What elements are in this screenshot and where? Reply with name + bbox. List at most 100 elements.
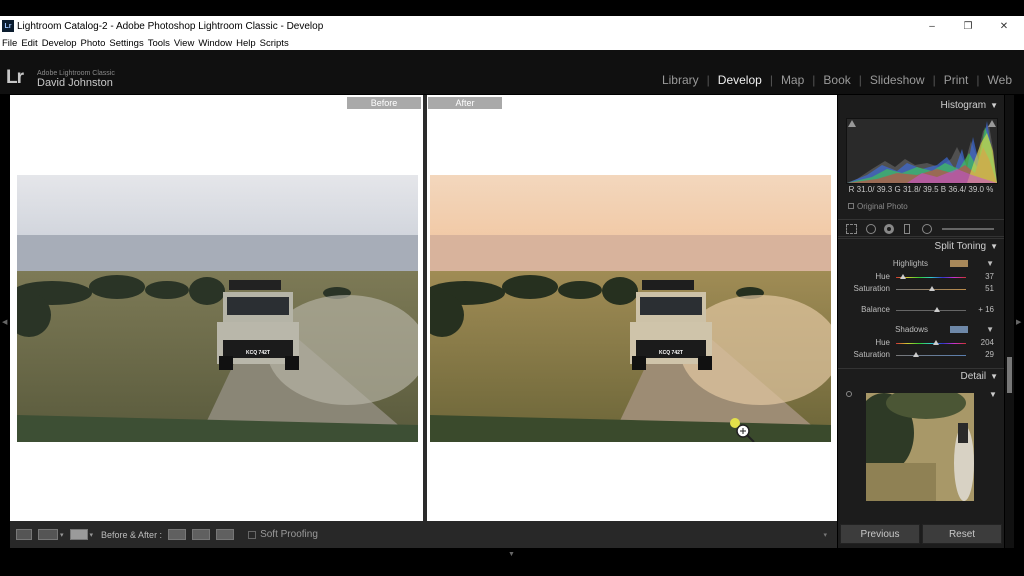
module-print[interactable]: Print — [942, 73, 971, 87]
detail-menu-icon[interactable]: ▼ — [989, 390, 997, 399]
radial-filter-icon[interactable] — [922, 224, 932, 234]
menu-photo[interactable]: Photo — [81, 38, 106, 49]
graduated-filter-icon[interactable] — [904, 224, 910, 234]
detail-header[interactable]: Detail ▼ — [838, 368, 1004, 384]
original-photo-checkbox[interactable] — [848, 203, 854, 209]
module-picker: Library | Develop | Map | Book | Slideshow | … — [660, 73, 1014, 87]
adjustment-brush-slider[interactable] — [942, 228, 994, 230]
highlight-clipping-icon[interactable] — [988, 120, 996, 127]
soft-proofing-checkbox[interactable] — [248, 530, 257, 539]
slider-knob[interactable] — [933, 307, 940, 312]
module-web[interactable]: Web — [986, 73, 1014, 87]
highlights-color-swatch[interactable] — [950, 260, 968, 267]
highlights-menu-icon[interactable]: ▼ — [986, 259, 994, 268]
right-panel-toggle-icon[interactable]: ▶ — [1016, 318, 1021, 326]
identity-user-name: David Johnston — [37, 77, 113, 89]
highlights-saturation-slider[interactable] — [896, 286, 966, 291]
shadows-hue-slider[interactable] — [896, 340, 966, 345]
module-separator: | — [858, 73, 862, 87]
shadows-menu-icon[interactable]: ▼ — [986, 325, 994, 334]
balance-slider[interactable] — [896, 307, 966, 312]
split-toning-controls: Highlights ▼ Hue 37 Saturation 51 Balanc… — [838, 259, 1004, 369]
shadows-hue-value[interactable]: 204 — [981, 338, 994, 347]
slider-knob[interactable] — [913, 352, 920, 357]
copy-after-to-before-button[interactable] — [192, 529, 211, 540]
g-value: 31.8/ 39.5 — [902, 185, 939, 194]
highlights-saturation-value[interactable]: 51 — [985, 284, 994, 293]
scrollbar-thumb[interactable] — [1007, 357, 1012, 393]
chevron-down-icon[interactable]: ▾ — [60, 531, 64, 539]
b-label: B — [940, 185, 947, 194]
menu-help[interactable]: Help — [236, 38, 256, 49]
module-develop[interactable]: Develop — [716, 73, 764, 87]
module-book[interactable]: Book — [821, 73, 852, 87]
menu-window[interactable]: Window — [198, 38, 232, 49]
reset-button[interactable]: Reset — [922, 524, 1002, 544]
module-separator: | — [706, 73, 710, 87]
left-panel-toggle-icon[interactable]: ◀ — [2, 318, 7, 326]
close-button[interactable]: ✕ — [986, 16, 1022, 36]
lightroom-app-icon: Lr — [2, 20, 14, 32]
menu-view[interactable]: View — [174, 38, 194, 49]
original-photo-row[interactable]: Original Photo — [848, 202, 908, 211]
swap-before-after-button[interactable] — [216, 529, 235, 540]
shadows-saturation-value[interactable]: 29 — [985, 350, 994, 359]
previous-button[interactable]: Previous — [840, 524, 920, 544]
module-map[interactable]: Map — [779, 73, 806, 87]
collapse-triangle-icon[interactable]: ▼ — [990, 101, 998, 110]
module-slideshow[interactable]: Slideshow — [868, 73, 927, 87]
slider-knob[interactable] — [932, 340, 939, 345]
toolbar-menu-icon[interactable]: ▾ — [823, 531, 827, 539]
minimize-button[interactable]: – — [914, 16, 950, 36]
window-title: Lightroom Catalog-2 - Adobe Photoshop Li… — [17, 20, 324, 32]
copy-before-to-after-button[interactable] — [168, 529, 187, 540]
yy-view-icon[interactable] — [69, 529, 88, 540]
highlights-hue-label: Hue — [875, 272, 890, 281]
crop-tool-icon[interactable] — [846, 224, 857, 234]
module-library[interactable]: Library — [660, 73, 701, 87]
detail-preview — [866, 393, 974, 501]
histogram-graph — [846, 118, 998, 184]
filmstrip-toggle-icon[interactable]: ▼ — [508, 551, 515, 558]
module-separator: | — [769, 73, 773, 87]
before-after-split-icon[interactable] — [38, 529, 58, 540]
lightroom-header: Lr Adobe Lightroom Classic David Johnsto… — [0, 50, 1024, 94]
before-photo: KCQ 742T — [17, 175, 418, 442]
menu-scripts[interactable]: Scripts — [260, 38, 289, 49]
after-photo: KCQ 742T — [430, 175, 831, 442]
shadows-hue-label: Hue — [875, 338, 890, 347]
collapse-triangle-icon[interactable]: ▼ — [990, 242, 998, 251]
shadows-saturation-label: Saturation — [853, 350, 890, 359]
maximize-button[interactable]: ❐ — [950, 16, 986, 36]
histogram-header[interactable]: Histogram ▼ — [838, 98, 1004, 114]
red-eye-icon[interactable] — [884, 224, 894, 234]
percent-unit: % — [986, 185, 994, 194]
detail-title: Detail — [960, 371, 987, 382]
loupe-view-icon[interactable] — [16, 529, 32, 540]
shadows-saturation-slider[interactable] — [896, 352, 966, 357]
menu-tools[interactable]: Tools — [148, 38, 170, 49]
soft-proofing-label: Soft Proofing — [260, 529, 318, 540]
right-panel-scrollbar[interactable] — [1005, 95, 1014, 548]
detail-target-icon[interactable] — [846, 391, 852, 397]
collapse-triangle-icon[interactable]: ▼ — [990, 372, 998, 381]
highlights-hue-value[interactable]: 37 — [985, 272, 994, 281]
highlights-hue-slider[interactable] — [896, 274, 966, 279]
menu-edit[interactable]: Edit — [21, 38, 37, 49]
spot-removal-icon[interactable] — [866, 224, 876, 234]
menu-file[interactable]: File — [2, 38, 17, 49]
tool-strip — [838, 219, 1004, 237]
menu-develop[interactable]: Develop — [42, 38, 77, 49]
split-toning-header[interactable]: Split Toning ▼ — [838, 238, 1004, 254]
histogram-title: Histogram — [940, 100, 987, 111]
chevron-down-icon[interactable]: ▾ — [90, 531, 94, 539]
menu-bar: File Edit Develop Photo Settings Tools V… — [0, 36, 1024, 50]
shadow-clipping-icon[interactable] — [848, 120, 856, 127]
balance-value[interactable]: + 16 — [978, 305, 994, 314]
menu-settings[interactable]: Settings — [109, 38, 143, 49]
slider-knob[interactable] — [900, 274, 906, 279]
lr-logo: Lr — [6, 67, 24, 88]
lightroom-window: Lr Lightroom Catalog-2 - Adobe Photoshop… — [0, 0, 1024, 576]
shadows-color-swatch[interactable] — [950, 326, 968, 333]
slider-knob[interactable] — [928, 286, 935, 291]
